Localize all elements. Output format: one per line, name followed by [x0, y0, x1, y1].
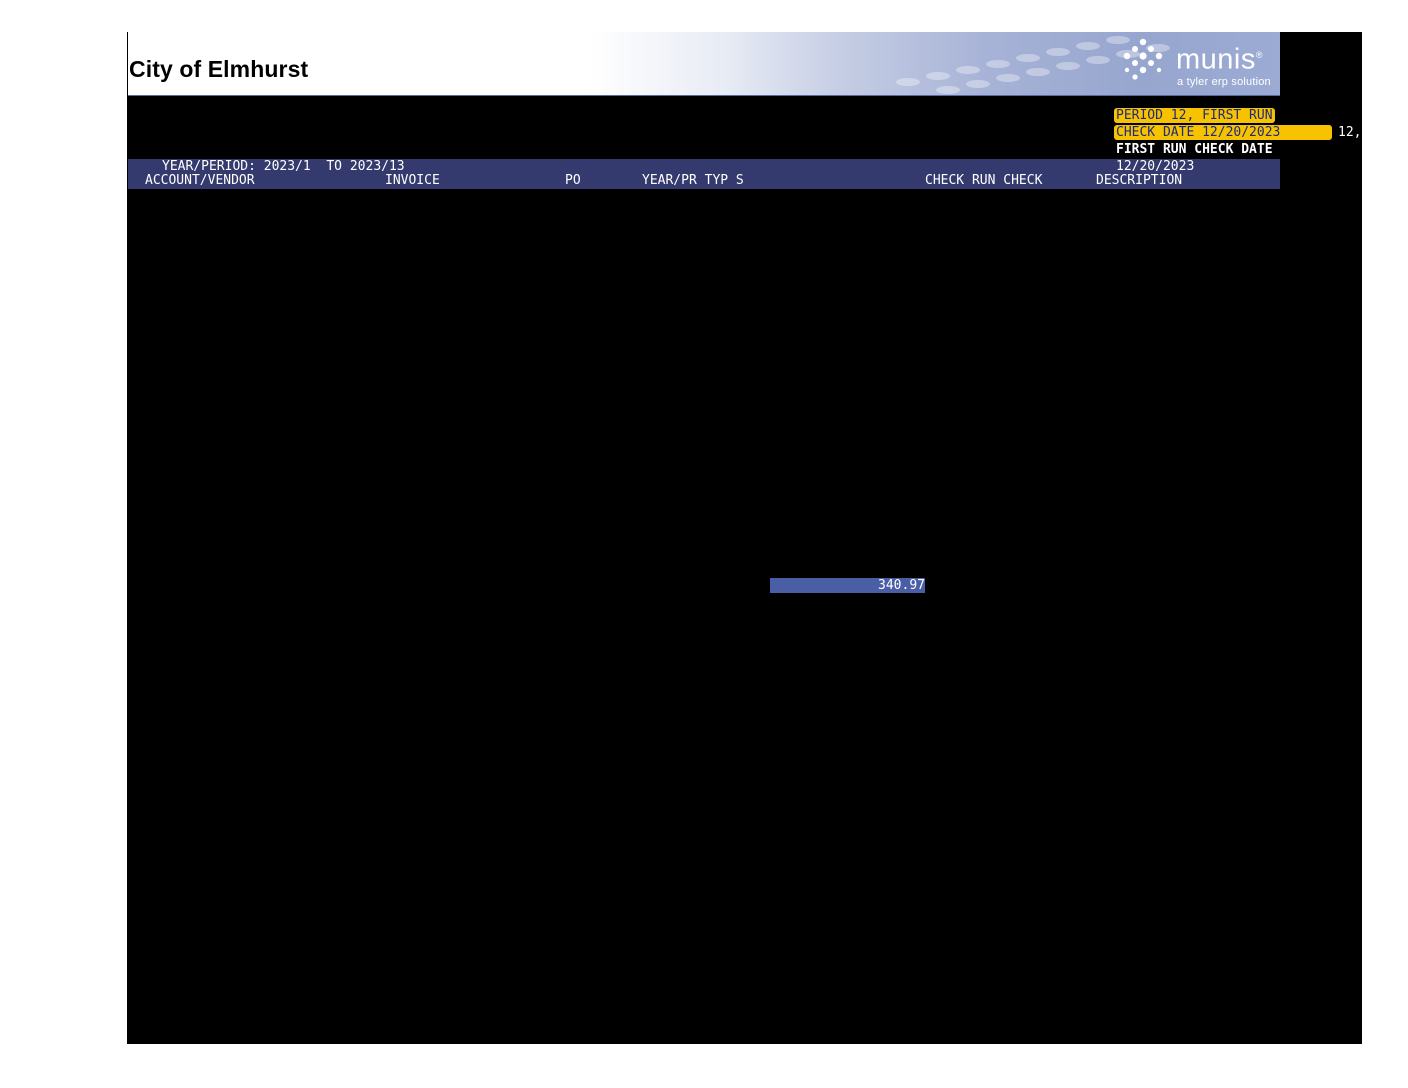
first-run-check-date-label: FIRST RUN CHECK DATE — [1116, 142, 1273, 157]
report-banner: City of Elmhurst munis® a tyler erp solu… — [128, 32, 1280, 96]
column-account-vendor: ACCOUNT/VENDOR — [145, 173, 255, 188]
total-amount-cell: 340.97 — [770, 578, 925, 593]
check-date-label: CHECK DATE 12/20/2023 — [1114, 125, 1332, 140]
year-period-range: YEAR/PERIOD: 2023/1 TO 2023/13 — [162, 159, 405, 174]
check-date-overflow: 12, — [1338, 125, 1362, 140]
column-po: PO — [565, 173, 581, 188]
column-invoice: INVOICE — [385, 173, 440, 188]
column-description: DESCRIPTION — [1096, 173, 1183, 188]
column-check-run-check: CHECK RUN CHECK — [925, 173, 1043, 188]
column-year-pr-typ-s: YEAR/PR TYP S — [642, 173, 744, 188]
column-header-bar: YEAR/PERIOD: 2023/1 TO 2023/13 12/20/202… — [128, 159, 1280, 189]
org-title: City of Elmhurst — [129, 56, 309, 82]
munis-logo-icon — [1123, 38, 1163, 80]
period-run-label: PERIOD 12, FIRST RUN — [1114, 108, 1275, 123]
munis-logo-text: munis® — [1176, 43, 1263, 76]
first-run-check-date-value: 12/20/2023 — [1116, 159, 1195, 174]
munis-logo-tagline: a tyler erp solution — [1177, 76, 1271, 88]
